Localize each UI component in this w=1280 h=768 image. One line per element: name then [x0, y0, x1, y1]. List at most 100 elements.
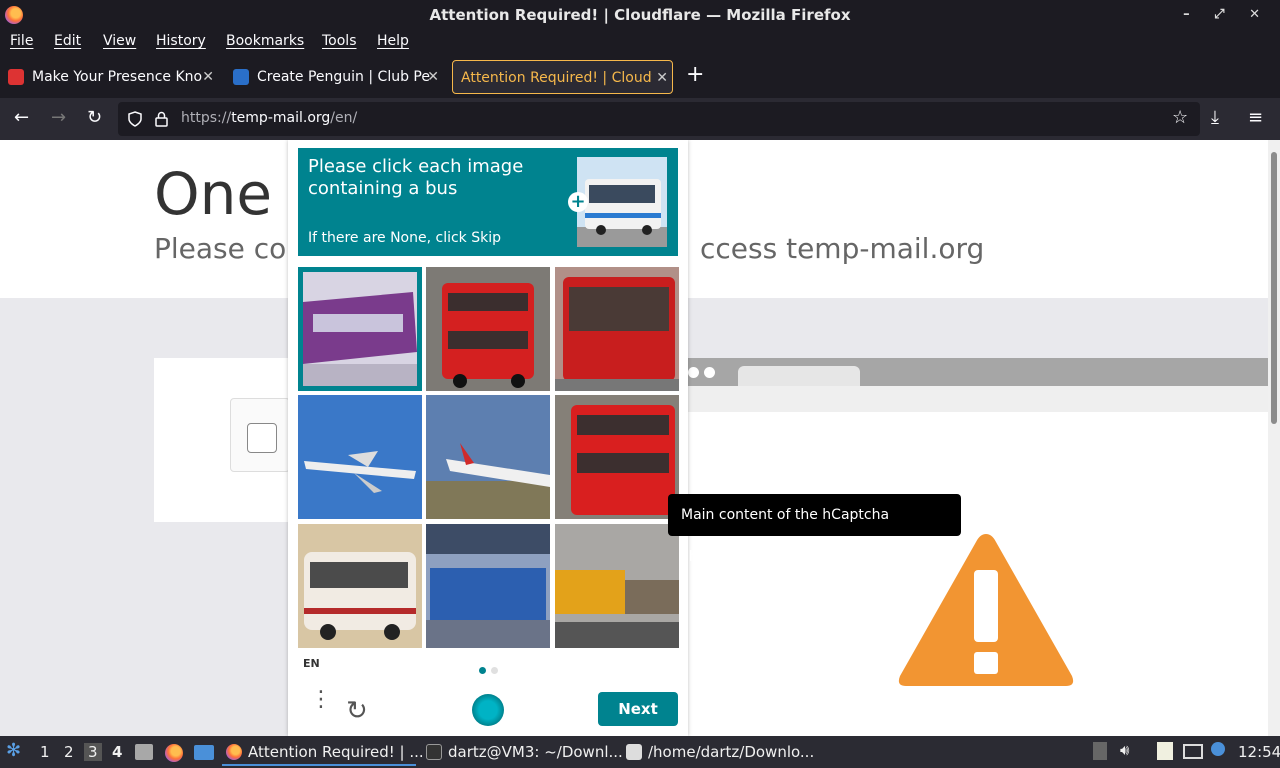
window-controls[interactable]: – ⤢ ✕ [1183, 0, 1270, 30]
tab-close-icon[interactable]: ✕ [652, 61, 668, 93]
captcha-tile-9[interactable] [555, 524, 679, 648]
menu-edit[interactable]: Edit [54, 33, 81, 49]
tab-label: Create Penguin | Club Pe [257, 69, 430, 85]
workspace-4[interactable]: 4 [112, 743, 122, 761]
illustration-toolbar [688, 386, 1268, 412]
captcha-menu-button[interactable]: ⋮ [310, 689, 332, 711]
firefox-icon [5, 6, 23, 24]
page-subtext-left: Please cor [154, 232, 298, 265]
tile-image [298, 524, 422, 648]
task-label: Attention Required! | ... [248, 743, 424, 761]
reload-button[interactable]: ↻ [87, 107, 102, 128]
menu-help[interactable]: Help [377, 33, 409, 49]
tab-close-icon[interactable]: ✕ [202, 60, 214, 94]
hcaptcha-logo-icon[interactable] [472, 694, 504, 726]
menu-bar: File Edit View History Bookmarks Tools H… [0, 30, 1280, 56]
tooltip: Main content of the hCaptcha challenge [668, 494, 961, 565]
tile-image [555, 395, 679, 519]
hcaptcha-checkbox[interactable] [247, 423, 277, 453]
captcha-tile-4[interactable] [298, 395, 422, 519]
shield-icon[interactable] [128, 111, 142, 127]
captcha-header: Please click each image containing a bus… [298, 148, 678, 256]
clipboard-icon[interactable] [1157, 742, 1173, 760]
file-manager-icon [626, 744, 642, 760]
firefox-launcher-icon[interactable] [165, 744, 183, 762]
tab-attention-required[interactable]: Attention Required! | Cloudfl ✕ [452, 60, 673, 94]
tab-bar: Make Your Presence Kno ✕ Create Penguin … [0, 56, 1280, 98]
captcha-prompt: Please click each image containing a bus [308, 156, 524, 199]
task-terminal[interactable]: dartz@VM3: ~/Downl... [422, 738, 623, 766]
page-heading: One [154, 160, 273, 228]
task-label: dartz@VM3: ~/Downl... [448, 743, 623, 761]
window-title: Attention Required! | Cloudflare — Mozil… [429, 6, 851, 24]
workspace-3[interactable]: 3 [84, 743, 102, 761]
back-button[interactable]: ← [14, 107, 29, 128]
notification-icon[interactable] [1211, 742, 1225, 756]
menu-tools[interactable]: Tools [322, 33, 357, 49]
page-scrollbar[interactable] [1268, 140, 1280, 736]
lock-icon[interactable] [155, 111, 168, 127]
captcha-tile-7[interactable] [298, 524, 422, 648]
captcha-tile-3[interactable] [555, 267, 679, 391]
illustration-tab [738, 366, 860, 386]
hcaptcha-challenge: Please click each image containing a bus… [288, 140, 688, 736]
captcha-tile-5[interactable] [426, 395, 550, 519]
menu-file[interactable]: File [10, 33, 33, 49]
captcha-tile-8[interactable] [426, 524, 550, 648]
tray-scroll-icon[interactable] [1093, 742, 1107, 760]
desktop-icon[interactable] [194, 745, 214, 760]
browser-illustration [688, 358, 1268, 412]
bookmark-star-icon[interactable]: ☆ [1172, 107, 1188, 128]
language-selector[interactable]: EN [303, 657, 320, 670]
page-indicator-dot [479, 667, 486, 674]
tab-club-penguin[interactable]: Create Penguin | Club Pe ✕ [225, 60, 443, 94]
refresh-challenge-button[interactable]: ↻ [346, 696, 368, 726]
task-label: /home/dartz/Downlo... [648, 743, 815, 761]
favicon-icon [8, 69, 24, 85]
workspace-2[interactable]: 2 [64, 743, 74, 761]
captcha-tile-6[interactable] [555, 395, 679, 519]
url-host: temp-mail.org [231, 110, 331, 126]
task-file-manager[interactable]: /home/dartz/Downlo... [622, 738, 818, 766]
penguin-favicon-icon [233, 69, 249, 85]
tab-label: Attention Required! | Cloudfl [461, 70, 661, 86]
task-firefox[interactable]: Attention Required! | ... [222, 738, 424, 766]
tab-close-icon[interactable]: ✕ [427, 60, 439, 94]
illustration-dot [688, 367, 699, 378]
warning-icon [898, 534, 1074, 686]
zoom-sample-button[interactable]: + [568, 192, 588, 212]
url-path: /en/ [330, 110, 358, 126]
nav-bar: ← → ↻ https://temp-mail.org/en/ ☆ ⤓ ≡ [0, 98, 1280, 140]
firefox-icon [226, 744, 242, 760]
tile-image [298, 395, 422, 519]
tile-image [555, 267, 679, 391]
url-bar[interactable]: https://temp-mail.org/en/ [118, 102, 1200, 136]
page-content: One Please cor ccess temp-mail.org Pleas… [0, 140, 1280, 736]
taskbar: ✻ 1 2 3 4 Attention Required! | ... dart… [0, 736, 1280, 768]
tab-presence[interactable]: Make Your Presence Kno ✕ [0, 60, 218, 94]
menu-history[interactable]: History [156, 33, 206, 49]
network-icon[interactable] [1183, 744, 1203, 759]
tile-image [426, 267, 550, 391]
start-menu-icon[interactable]: ✻ [6, 740, 21, 761]
captcha-tile-1[interactable] [298, 267, 422, 391]
new-tab-button[interactable]: + [686, 62, 704, 87]
terminal-icon [426, 744, 442, 760]
scrollbar-thumb[interactable] [1271, 152, 1277, 424]
captcha-hint: If there are None, click Skip [308, 230, 502, 246]
url-prefix: https:// [181, 110, 232, 126]
menu-bookmarks[interactable]: Bookmarks [226, 33, 304, 49]
next-button[interactable]: Next [598, 692, 678, 726]
files-icon[interactable] [135, 744, 153, 760]
url-text[interactable]: https://temp-mail.org/en/ [181, 110, 357, 126]
forward-button[interactable]: → [51, 107, 66, 128]
captcha-tile-2[interactable] [426, 267, 550, 391]
workspace-1[interactable]: 1 [40, 743, 50, 761]
tab-label: Make Your Presence Kno [32, 69, 203, 85]
download-icon[interactable]: ⤓ [1211, 107, 1219, 128]
volume-icon[interactable]: 🔊︎ [1120, 741, 1129, 759]
illustration-dot [704, 367, 715, 378]
sample-bus-image[interactable] [577, 157, 667, 247]
hamburger-menu-icon[interactable]: ≡ [1248, 107, 1263, 128]
menu-view[interactable]: View [103, 33, 136, 49]
